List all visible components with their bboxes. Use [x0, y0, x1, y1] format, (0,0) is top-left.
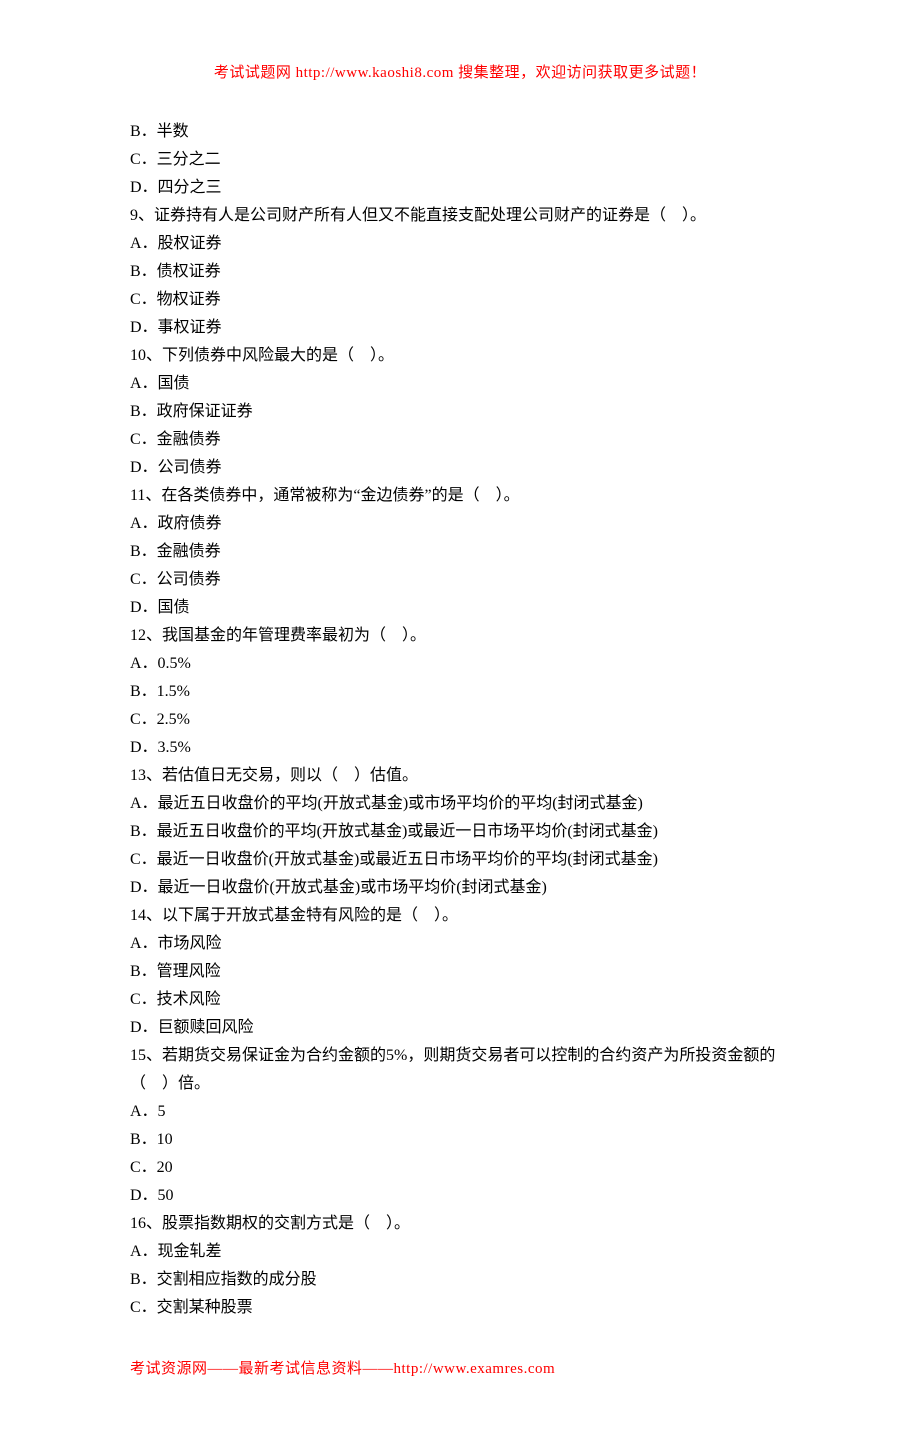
- document-body: B．半数 C．三分之二 D．四分之三 9、证券持有人是公司财产所有人但又不能直接…: [130, 118, 790, 1322]
- text-line: A．政府债券: [130, 510, 790, 538]
- text-line: B．1.5%: [130, 678, 790, 706]
- text-line: C．交割某种股票: [130, 1294, 790, 1322]
- text-line: D．最近一日收盘价(开放式基金)或市场平均价(封闭式基金): [130, 874, 790, 902]
- text-line: D．国债: [130, 594, 790, 622]
- text-line: 9、证券持有人是公司财产所有人但又不能直接支配处理公司财产的证券是（ ）。: [130, 202, 790, 230]
- text-line: B．管理风险: [130, 958, 790, 986]
- text-line: A．市场风险: [130, 930, 790, 958]
- text-line: B．半数: [130, 118, 790, 146]
- text-line: 16、股票指数期权的交割方式是（ ）。: [130, 1210, 790, 1238]
- text-line: D．50: [130, 1182, 790, 1210]
- text-line: B．交割相应指数的成分股: [130, 1266, 790, 1294]
- text-line: C．金融债券: [130, 426, 790, 454]
- text-line: D．事权证券: [130, 314, 790, 342]
- text-line: A．现金轧差: [130, 1238, 790, 1266]
- text-line: 10、下列债券中风险最大的是（ ）。: [130, 342, 790, 370]
- text-line: C．最近一日收盘价(开放式基金)或最近五日市场平均价的平均(封闭式基金): [130, 846, 790, 874]
- text-line: 13、若估值日无交易，则以（ ）估值。: [130, 762, 790, 790]
- text-line: A．国债: [130, 370, 790, 398]
- document-page: 考试试题网 http://www.kaoshi8.com 搜集整理，欢迎访问获取…: [0, 0, 920, 1433]
- text-line: C．技术风险: [130, 986, 790, 1014]
- text-line: A．股权证券: [130, 230, 790, 258]
- text-line: C．三分之二: [130, 146, 790, 174]
- text-line: 15、若期货交易保证金为合约金额的5%，则期货交易者可以控制的合约资产为所投资金…: [130, 1042, 790, 1098]
- text-line: D．巨额赎回风险: [130, 1014, 790, 1042]
- page-footer: 考试资源网——最新考试信息资料——http://www.examres.com: [130, 1356, 790, 1382]
- text-line: A．0.5%: [130, 650, 790, 678]
- text-line: D．公司债券: [130, 454, 790, 482]
- text-line: C．2.5%: [130, 706, 790, 734]
- text-line: D．四分之三: [130, 174, 790, 202]
- text-line: B．10: [130, 1126, 790, 1154]
- text-line: D．3.5%: [130, 734, 790, 762]
- text-line: B．债权证券: [130, 258, 790, 286]
- text-line: B．最近五日收盘价的平均(开放式基金)或最近一日市场平均价(封闭式基金): [130, 818, 790, 846]
- text-line: C．物权证券: [130, 286, 790, 314]
- text-line: A．5: [130, 1098, 790, 1126]
- text-line: A．最近五日收盘价的平均(开放式基金)或市场平均价的平均(封闭式基金): [130, 790, 790, 818]
- text-line: B．金融债券: [130, 538, 790, 566]
- text-line: C．公司债券: [130, 566, 790, 594]
- text-line: C．20: [130, 1154, 790, 1182]
- page-header: 考试试题网 http://www.kaoshi8.com 搜集整理，欢迎访问获取…: [130, 60, 790, 86]
- text-line: 11、在各类债券中，通常被称为“金边债券”的是（ ）。: [130, 482, 790, 510]
- text-line: B．政府保证证券: [130, 398, 790, 426]
- text-line: 12、我国基金的年管理费率最初为（ ）。: [130, 622, 790, 650]
- text-line: 14、以下属于开放式基金特有风险的是（ ）。: [130, 902, 790, 930]
